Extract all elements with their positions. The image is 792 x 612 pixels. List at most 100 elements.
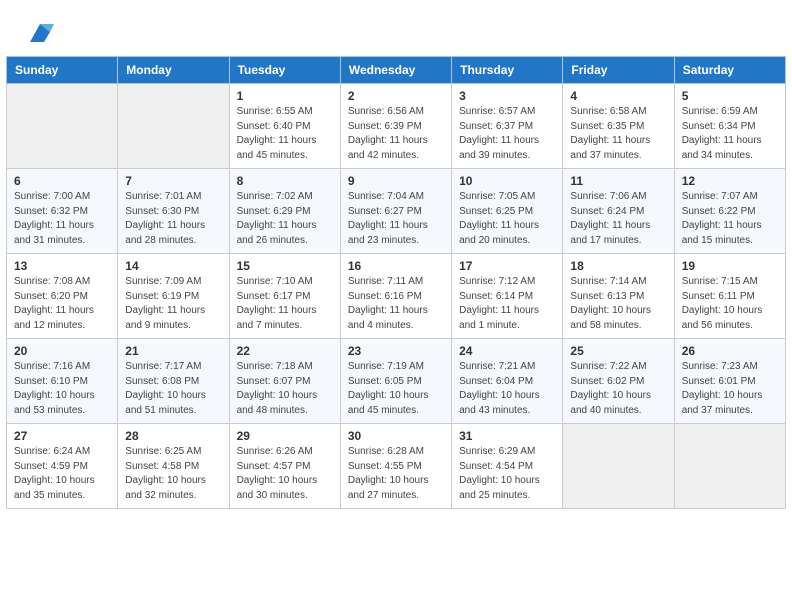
day-info: Sunrise: 7:04 AMSunset: 6:27 PMDaylight:… <box>348 190 444 248</box>
day-cell: 4Sunrise: 6:58 AMSunset: 6:35 PMDaylight… <box>563 84 674 169</box>
header-row: SundayMondayTuesdayWednesdayThursdayFrid… <box>7 57 786 84</box>
calendar-table: SundayMondayTuesdayWednesdayThursdayFrid… <box>6 56 786 509</box>
day-number: 22 <box>237 344 333 358</box>
day-number: 10 <box>459 174 555 188</box>
day-cell: 22 Sunrise: 7:18 AMSunset: 6:07 PMDayligh… <box>229 339 340 424</box>
day-header-wednesday: Wednesday <box>340 57 451 84</box>
day-cell: 15 Sunrise: 7:10 AMSunset: 6:17 PMDayligh… <box>229 254 340 339</box>
day-info: Sunrise: 7:16 AMSunset: 6:10 PMDaylight:… <box>14 360 110 418</box>
day-cell: 26Sunrise: 7:23 AMSunset: 6:01 PMDayligh… <box>674 339 785 424</box>
day-cell: 13 Sunrise: 7:08 AMSunset: 6:20 PMDayligh… <box>7 254 118 339</box>
day-number: 8 <box>237 174 333 188</box>
day-number: 24 <box>459 344 555 358</box>
day-info: Sunrise: 7:19 AMSunset: 6:05 PMDaylight:… <box>348 360 444 418</box>
day-cell: 23 Sunrise: 7:19 AMSunset: 6:05 PMDayligh… <box>340 339 451 424</box>
day-info: Sunrise: 6:56 AMSunset: 6:39 PMDaylight:… <box>348 105 444 163</box>
day-header-friday: Friday <box>563 57 674 84</box>
day-number: 3 <box>459 89 555 103</box>
day-cell: 1 Sunrise: 6:55 AMSunset: 6:40 PMDaylight… <box>229 84 340 169</box>
day-info: Sunrise: 7:06 AMSunset: 6:24 PMDaylight:… <box>570 190 666 248</box>
day-cell: 10 Sunrise: 7:05 AMSunset: 6:25 PMDayligh… <box>452 169 563 254</box>
day-cell: 12Sunrise: 7:07 AMSunset: 6:22 PMDayligh… <box>674 169 785 254</box>
week-row-3: 13 Sunrise: 7:08 AMSunset: 6:20 PMDayligh… <box>7 254 786 339</box>
day-cell: 3 Sunrise: 6:57 AMSunset: 6:37 PMDaylight… <box>452 84 563 169</box>
day-info: Sunrise: 7:22 AMSunset: 6:02 PMDaylight:… <box>570 360 666 418</box>
day-info: Sunrise: 7:05 AMSunset: 6:25 PMDaylight:… <box>459 190 555 248</box>
day-number: 20 <box>14 344 110 358</box>
week-row-2: 6Sunrise: 7:00 AMSunset: 6:32 PMDaylight… <box>7 169 786 254</box>
day-number: 13 <box>14 259 110 273</box>
day-info: Sunrise: 6:57 AMSunset: 6:37 PMDaylight:… <box>459 105 555 163</box>
day-number: 9 <box>348 174 444 188</box>
day-info: Sunrise: 7:12 AMSunset: 6:14 PMDaylight:… <box>459 275 555 333</box>
day-number: 30 <box>348 429 444 443</box>
day-info: Sunrise: 7:02 AMSunset: 6:29 PMDaylight:… <box>237 190 333 248</box>
day-cell <box>118 84 229 169</box>
day-cell: 30 Sunrise: 6:28 AMSunset: 4:55 PMDayligh… <box>340 424 451 509</box>
day-cell: 20 Sunrise: 7:16 AMSunset: 6:10 PMDayligh… <box>7 339 118 424</box>
day-cell: 11Sunrise: 7:06 AMSunset: 6:24 PMDayligh… <box>563 169 674 254</box>
week-row-5: 27 Sunrise: 6:24 AMSunset: 4:59 PMDayligh… <box>7 424 786 509</box>
day-info: Sunrise: 6:55 AMSunset: 6:40 PMDaylight:… <box>237 105 333 163</box>
day-cell: 29Sunrise: 6:26 AMSunset: 4:57 PMDayligh… <box>229 424 340 509</box>
week-row-1: 1 Sunrise: 6:55 AMSunset: 6:40 PMDaylight… <box>7 84 786 169</box>
day-info: Sunrise: 6:29 AMSunset: 4:54 PMDaylight:… <box>459 445 555 503</box>
day-info: Sunrise: 7:21 AMSunset: 6:04 PMDaylight:… <box>459 360 555 418</box>
day-info: Sunrise: 7:09 AMSunset: 6:19 PMDaylight:… <box>125 275 221 333</box>
day-number: 19 <box>682 259 778 273</box>
day-info: Sunrise: 7:18 AMSunset: 6:07 PMDaylight:… <box>237 360 333 418</box>
day-number: 2 <box>348 89 444 103</box>
day-cell: 6Sunrise: 7:00 AMSunset: 6:32 PMDaylight… <box>7 169 118 254</box>
day-cell: 16Sunrise: 7:11 AMSunset: 6:16 PMDayligh… <box>340 254 451 339</box>
day-cell: 5 Sunrise: 6:59 AMSunset: 6:34 PMDaylight… <box>674 84 785 169</box>
day-cell: 14 Sunrise: 7:09 AMSunset: 6:19 PMDayligh… <box>118 254 229 339</box>
day-number: 18 <box>570 259 666 273</box>
day-info: Sunrise: 7:15 AMSunset: 6:11 PMDaylight:… <box>682 275 778 333</box>
day-header-saturday: Saturday <box>674 57 785 84</box>
day-header-sunday: Sunday <box>7 57 118 84</box>
day-number: 14 <box>125 259 221 273</box>
day-number: 5 <box>682 89 778 103</box>
day-cell: 2 Sunrise: 6:56 AMSunset: 6:39 PMDaylight… <box>340 84 451 169</box>
day-cell: 31 Sunrise: 6:29 AMSunset: 4:54 PMDayligh… <box>452 424 563 509</box>
day-info: Sunrise: 6:59 AMSunset: 6:34 PMDaylight:… <box>682 105 778 163</box>
day-info: Sunrise: 7:08 AMSunset: 6:20 PMDaylight:… <box>14 275 110 333</box>
day-info: Sunrise: 6:58 AMSunset: 6:35 PMDaylight:… <box>570 105 666 163</box>
day-cell: 19 Sunrise: 7:15 AMSunset: 6:11 PMDayligh… <box>674 254 785 339</box>
page: SundayMondayTuesdayWednesdayThursdayFrid… <box>0 0 792 612</box>
day-number: 25 <box>570 344 666 358</box>
day-info: Sunrise: 6:28 AMSunset: 4:55 PMDaylight:… <box>348 445 444 503</box>
day-info: Sunrise: 6:25 AMSunset: 4:58 PMDaylight:… <box>125 445 221 503</box>
day-number: 26 <box>682 344 778 358</box>
day-number: 1 <box>237 89 333 103</box>
logo <box>24 18 54 46</box>
day-cell: 18 Sunrise: 7:14 AMSunset: 6:13 PMDayligh… <box>563 254 674 339</box>
week-row-4: 20 Sunrise: 7:16 AMSunset: 6:10 PMDayligh… <box>7 339 786 424</box>
day-number: 23 <box>348 344 444 358</box>
day-info: Sunrise: 7:17 AMSunset: 6:08 PMDaylight:… <box>125 360 221 418</box>
day-number: 27 <box>14 429 110 443</box>
day-cell: 25 Sunrise: 7:22 AMSunset: 6:02 PMDayligh… <box>563 339 674 424</box>
day-info: Sunrise: 7:10 AMSunset: 6:17 PMDaylight:… <box>237 275 333 333</box>
calendar-container: SundayMondayTuesdayWednesdayThursdayFrid… <box>0 56 792 519</box>
day-number: 7 <box>125 174 221 188</box>
day-header-tuesday: Tuesday <box>229 57 340 84</box>
day-cell: 28 Sunrise: 6:25 AMSunset: 4:58 PMDayligh… <box>118 424 229 509</box>
day-number: 31 <box>459 429 555 443</box>
day-number: 15 <box>237 259 333 273</box>
day-number: 16 <box>348 259 444 273</box>
day-number: 12 <box>682 174 778 188</box>
day-header-thursday: Thursday <box>452 57 563 84</box>
day-cell: 21 Sunrise: 7:17 AMSunset: 6:08 PMDayligh… <box>118 339 229 424</box>
day-number: 28 <box>125 429 221 443</box>
day-number: 6 <box>14 174 110 188</box>
day-cell: 24 Sunrise: 7:21 AMSunset: 6:04 PMDayligh… <box>452 339 563 424</box>
day-info: Sunrise: 6:24 AMSunset: 4:59 PMDaylight:… <box>14 445 110 503</box>
header <box>0 0 792 56</box>
day-cell <box>7 84 118 169</box>
day-cell: 17 Sunrise: 7:12 AMSunset: 6:14 PMDayligh… <box>452 254 563 339</box>
day-info: Sunrise: 7:14 AMSunset: 6:13 PMDaylight:… <box>570 275 666 333</box>
day-number: 21 <box>125 344 221 358</box>
day-number: 17 <box>459 259 555 273</box>
day-cell: 27 Sunrise: 6:24 AMSunset: 4:59 PMDayligh… <box>7 424 118 509</box>
